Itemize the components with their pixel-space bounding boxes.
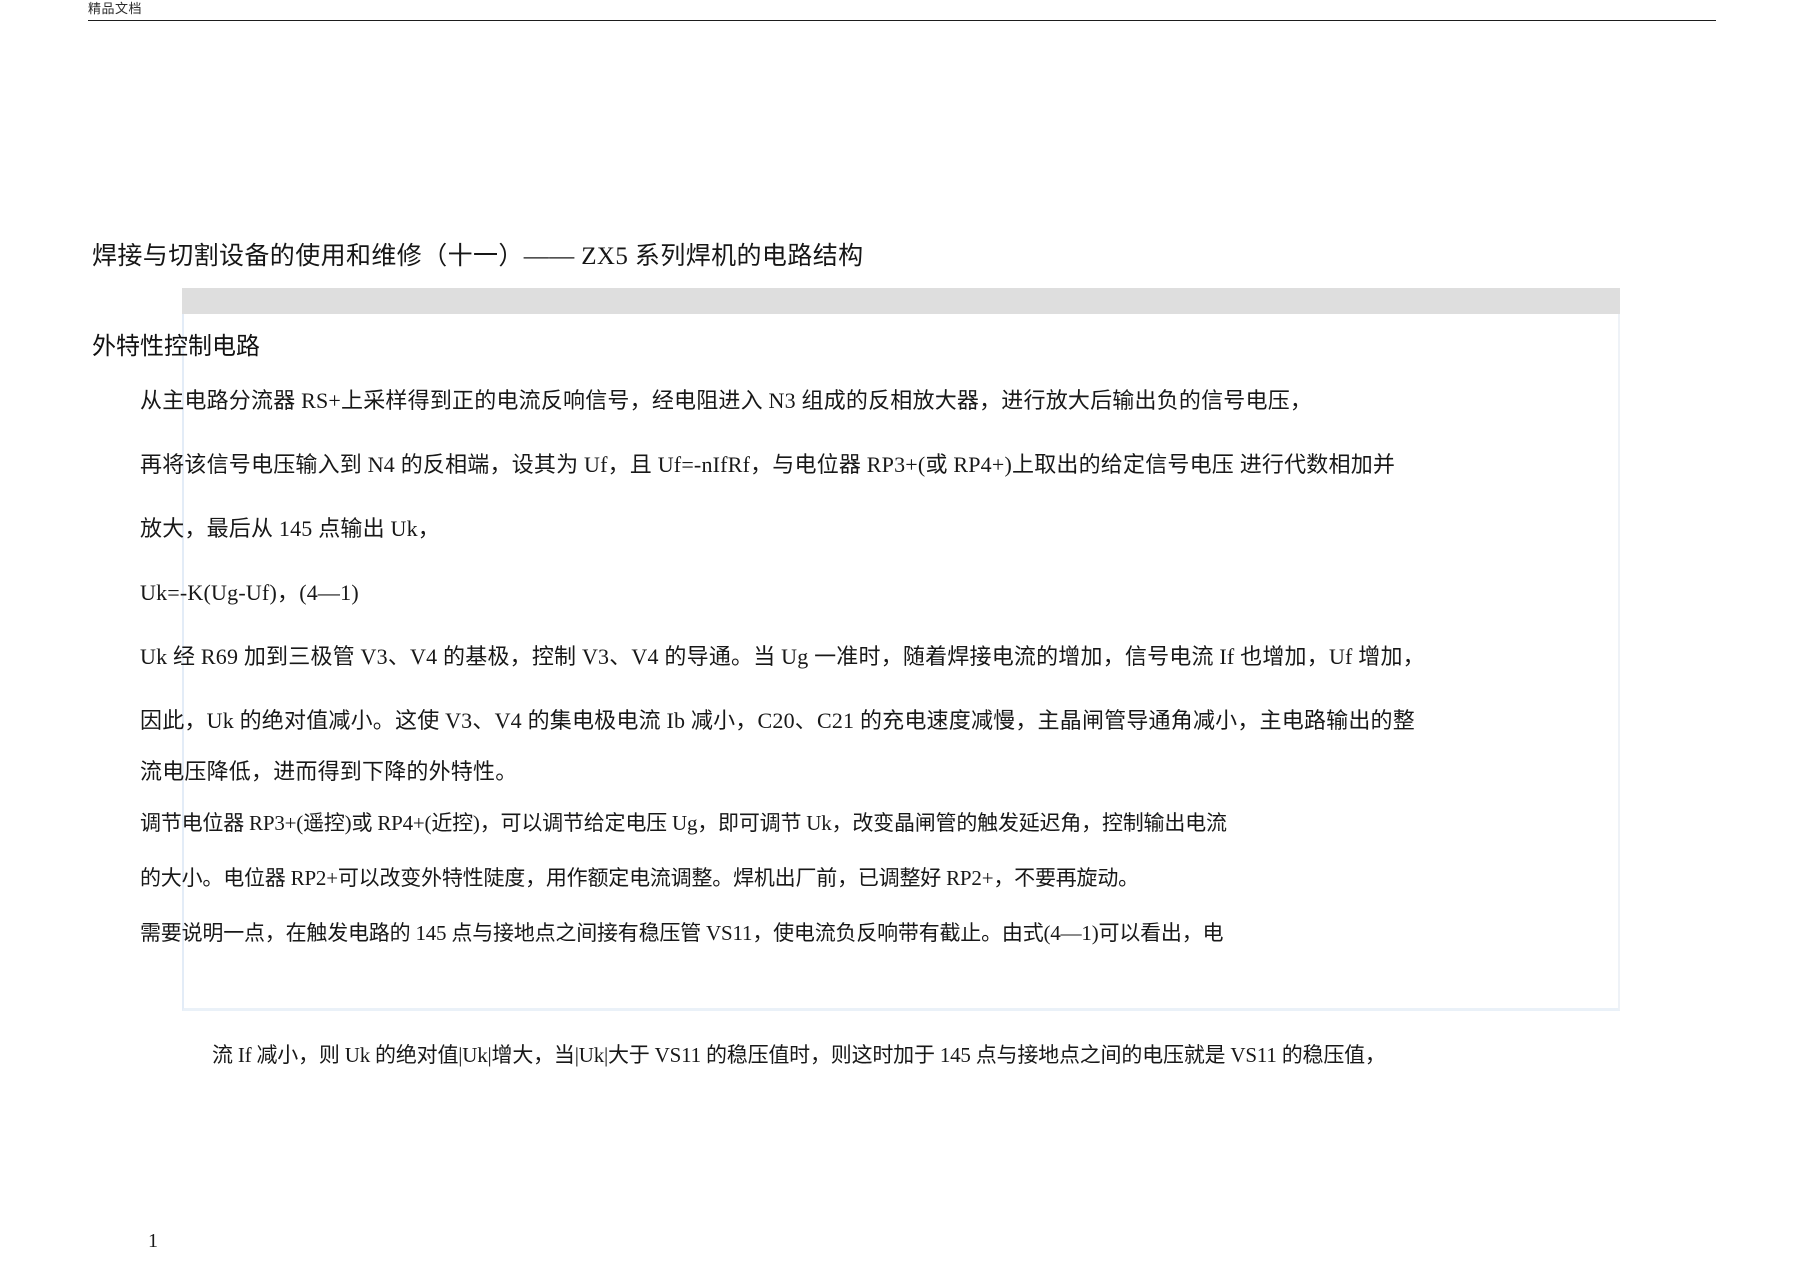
gray-separator-band	[182, 288, 1620, 314]
header-watermark-text: 精品文档	[88, 2, 143, 17]
section-heading: 外特性控制电路	[92, 334, 260, 360]
body-line: 从主电路分流器 RS+上采样得到正的电流反响信号，经电阻进入 N3 组成的反相放…	[140, 388, 1313, 413]
document-title: 焊接与切割设备的使用和维修（十一）—— ZX5 系列焊机的电路结构	[92, 243, 864, 270]
body-line-continuation: 流 If 减小，则 Uk 的绝对值|Uk|增大，当|Uk|大于 VS11 的稳压…	[212, 1043, 1386, 1067]
body-line: 调节电位器 RP3+(遥控)或 RP4+(近控)，可以调节给定电压 Ug，即可调…	[140, 811, 1227, 835]
body-line: 再将该信号电压输入到 N4 的反相端，设其为 Uf，且 Uf=-nIfRf，与电…	[140, 452, 1396, 477]
page-header: 精品文档	[0, 0, 1804, 26]
body-line: 流电压降低，进而得到下降的外特性。	[140, 759, 518, 784]
body-line: 需要说明一点，在触发电路的 145 点与接地点之间接有稳压管 VS11，使电流负…	[140, 921, 1224, 945]
body-line: 的大小。电位器 RP2+可以改变外特性陡度，用作额定电流调整。焊机出厂前，已调整…	[140, 866, 1139, 890]
formula-line: Uk=-K(Ug-Uf)，(4—1)	[140, 580, 359, 605]
body-line: Uk 经 R69 加到三极管 V3、V4 的基极，控制 V3、V4 的导通。当 …	[140, 644, 1425, 669]
header-horizontal-rule	[88, 20, 1716, 21]
body-text-block: 从主电路分流器 RS+上采样得到正的电流反响信号，经电阻进入 N3 组成的反相放…	[140, 386, 1700, 973]
body-line: 因此，Uk 的绝对值减小。这使 V3、V4 的集电极电流 Ib 减小，C20、C…	[140, 708, 1415, 733]
body-line: 放大，最后从 145 点输出 Uk，	[140, 516, 440, 541]
page-number: 1	[148, 1230, 158, 1252]
